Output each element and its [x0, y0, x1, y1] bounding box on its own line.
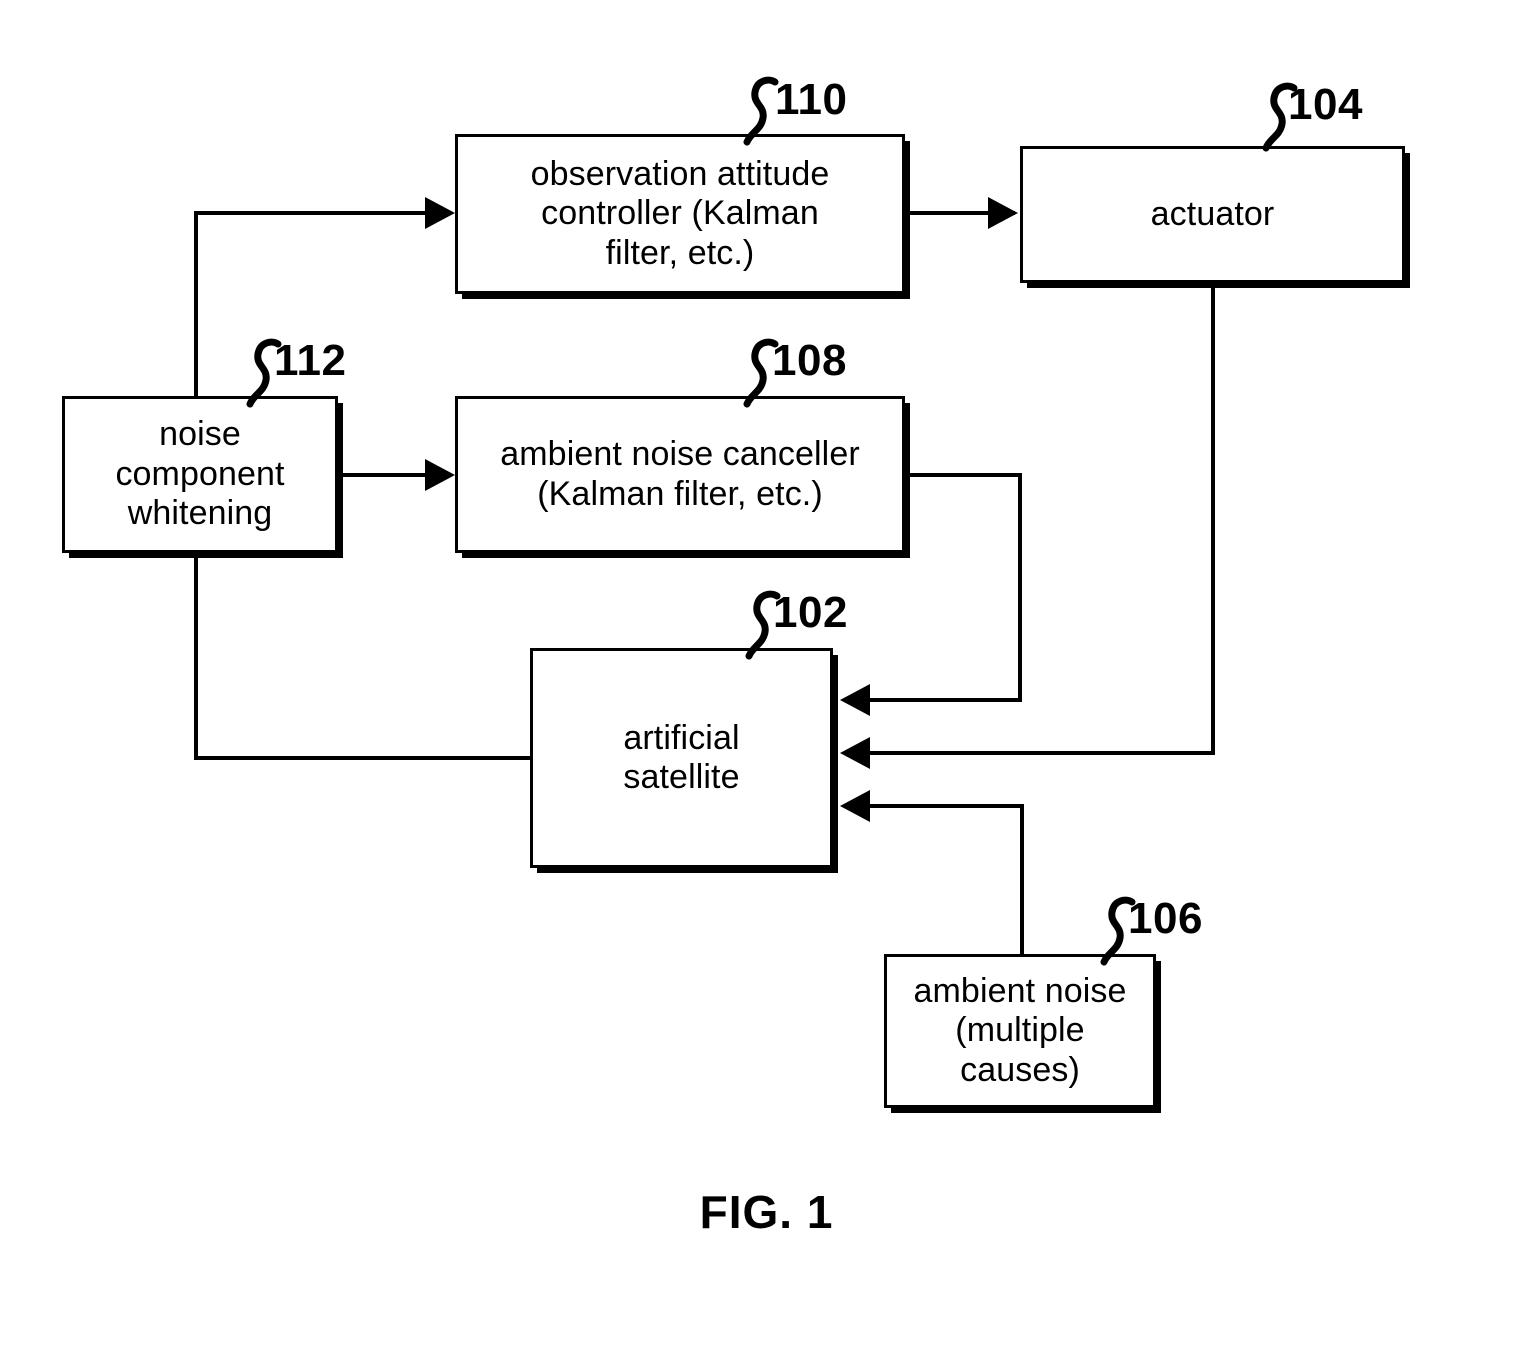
ref-number-108: 108: [772, 336, 847, 385]
connector-satellite-to-whitening-horizontal: [194, 756, 534, 760]
block-ambient-noise-canceller[interactable]: ambient noise canceller (Kalman filter, …: [455, 396, 910, 558]
block-label-ambient-noise-canceller: ambient noise canceller (Kalman filter, …: [500, 435, 860, 513]
arrowhead-into-controller: [425, 197, 455, 229]
ref-number-102: 102: [773, 588, 848, 637]
connector-noise-to-satellite-vertical: [1020, 804, 1024, 954]
connector-whitening-to-canceller: [338, 473, 436, 477]
arrowhead-into-canceller: [425, 459, 455, 491]
block-observation-attitude-controller[interactable]: observation attitude controller (Kalman …: [455, 134, 910, 299]
figure-canvas: observation attitude controller (Kalman …: [0, 0, 1533, 1348]
ref-number-110: 110: [775, 75, 848, 124]
connector-canceller-to-satellite-vertical: [1018, 473, 1022, 702]
connector-whitening-to-controller-horizontal: [194, 211, 432, 215]
block-label-noise-component-whitening: noise component whitening: [115, 415, 285, 533]
connector-actuator-to-satellite-vertical: [1211, 283, 1215, 755]
block-ambient-noise[interactable]: ambient noise (multiple causes): [884, 954, 1161, 1113]
arrowhead-into-satellite-from-noise: [840, 790, 870, 822]
block-label-actuator: actuator: [1150, 194, 1275, 233]
block-label-artificial-satellite: artificial satellite: [623, 718, 740, 796]
ref-number-104: 104: [1288, 80, 1363, 129]
arrowhead-into-actuator: [988, 197, 1018, 229]
arrowhead-into-satellite-from-actuator: [840, 737, 870, 769]
connector-whitening-to-controller-vertical: [194, 211, 198, 398]
block-actuator[interactable]: actuator: [1020, 146, 1410, 288]
connector-canceller-to-satellite-top: [905, 473, 1022, 477]
connector-noise-to-satellite-horizontal: [870, 804, 1024, 808]
block-label-observation-attitude-controller: observation attitude controller (Kalman …: [530, 154, 830, 272]
connector-canceller-to-satellite-bottom: [870, 698, 1022, 702]
block-label-ambient-noise: ambient noise (multiple causes): [913, 971, 1127, 1089]
block-noise-component-whitening[interactable]: noise component whitening: [62, 396, 343, 558]
block-artificial-satellite[interactable]: artificial satellite: [530, 648, 838, 873]
arrowhead-into-satellite-from-canceller: [840, 684, 870, 716]
connector-actuator-to-satellite-horizontal: [870, 751, 1215, 755]
ref-number-106: 106: [1128, 894, 1203, 943]
connector-satellite-to-whitening-vertical: [194, 553, 198, 760]
figure-caption: FIG. 1: [699, 1186, 834, 1238]
ref-number-112: 112: [274, 336, 347, 385]
